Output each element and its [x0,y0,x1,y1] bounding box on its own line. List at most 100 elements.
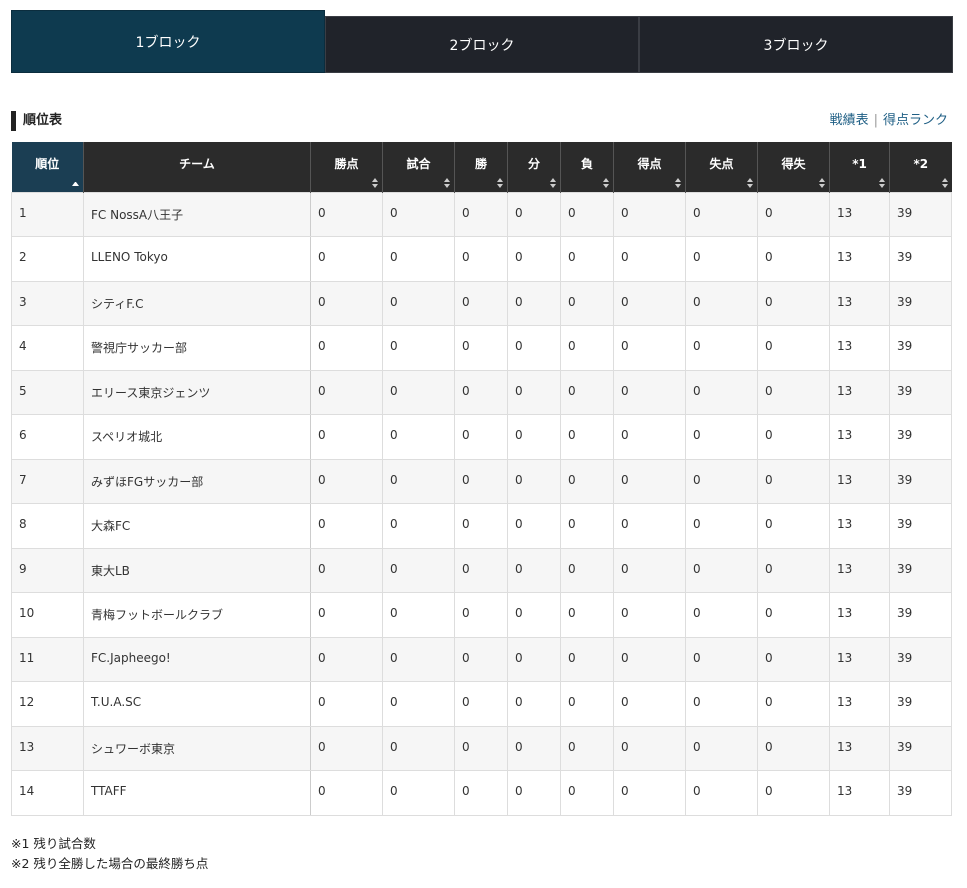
header-label: 勝点 [334,157,359,172]
cell-max-points: 39 [889,547,952,593]
table-row: 13 シュワーボ東京 0 0 0 0 0 0 0 0 13 39 [11,725,952,771]
table-row: 7 みずほFGサッカー部 0 0 0 0 0 0 0 0 13 39 [11,458,952,504]
cell-goal-difference: 0 [757,592,830,638]
cell-remaining-matches: 13 [829,592,890,638]
table-row: 4 警視庁サッカー部 0 0 0 0 0 0 0 0 13 39 [11,325,952,371]
cell-draws: 0 [507,681,561,727]
tab-label: 2ブロック [449,37,515,54]
tab-block-1[interactable]: 1ブロック [11,10,325,73]
cell-goals-against: 0 [685,458,758,504]
cell-wins: 0 [454,547,508,593]
header-team[interactable]: チーム [83,142,311,192]
cell-wins: 0 [454,325,508,371]
cell-played: 0 [382,503,455,549]
cell-goals-for: 0 [613,191,686,237]
sort-icon [550,177,557,188]
cell-draws: 0 [507,280,561,326]
header-goals-for[interactable]: 得点 [613,142,686,192]
cell-max-points: 39 [889,681,952,727]
cell-goal-difference: 0 [757,414,830,460]
cell-team: シュワーボ東京 [83,725,311,771]
cell-remaining-matches: 13 [829,414,890,460]
header-losses[interactable]: 負 [560,142,614,192]
results-table-link[interactable]: 戦績表 [830,113,869,128]
cell-rank: 12 [11,681,84,727]
section-title: 順位表 [23,113,63,128]
table-row: 6 スペリオ城北 0 0 0 0 0 0 0 0 13 39 [11,414,952,460]
cell-points: 0 [310,503,383,549]
cell-team: 警視庁サッカー部 [83,325,311,371]
cell-goals-for: 0 [613,681,686,727]
tab-label: 1ブロック [135,34,201,51]
cell-rank: 6 [11,414,84,460]
cell-goal-difference: 0 [757,191,830,237]
sort-icon [675,177,682,188]
cell-remaining-matches: 13 [829,369,890,415]
cell-team: TTAFF [83,770,311,816]
cell-losses: 0 [560,503,614,549]
cell-goal-difference: 0 [757,636,830,682]
cell-losses: 0 [560,236,614,282]
cell-max-points: 39 [889,191,952,237]
cell-max-points: 39 [889,503,952,549]
cell-goals-against: 0 [685,280,758,326]
cell-goal-difference: 0 [757,725,830,771]
cell-max-points: 39 [889,636,952,682]
cell-max-points: 39 [889,725,952,771]
header-goals-against[interactable]: 失点 [685,142,758,192]
cell-losses: 0 [560,681,614,727]
cell-rank: 13 [11,725,84,771]
cell-goals-for: 0 [613,636,686,682]
cell-goals-for: 0 [613,280,686,326]
cell-points: 0 [310,191,383,237]
table-row: 8 大森FC 0 0 0 0 0 0 0 0 13 39 [11,503,952,549]
header-label: チーム [179,157,215,172]
cell-remaining-matches: 13 [829,458,890,504]
cell-team: スペリオ城北 [83,414,311,460]
cell-team: FC NossA八王子 [83,191,311,237]
cell-max-points: 39 [889,236,952,282]
cell-losses: 0 [560,369,614,415]
cell-goal-difference: 0 [757,236,830,282]
cell-points: 0 [310,681,383,727]
cell-draws: 0 [507,592,561,638]
cell-losses: 0 [560,458,614,504]
cell-played: 0 [382,236,455,282]
cell-wins: 0 [454,414,508,460]
cell-goals-against: 0 [685,547,758,593]
table-row: 2 LLENO Tokyo 0 0 0 0 0 0 0 0 13 39 [11,236,952,282]
cell-remaining-matches: 13 [829,503,890,549]
cell-played: 0 [382,414,455,460]
sort-icon [444,177,451,188]
header-label: *1 [852,156,867,171]
tab-block-3[interactable]: 3ブロック [639,16,953,73]
header-played[interactable]: 試合 [382,142,455,192]
header-wins[interactable]: 勝 [454,142,508,192]
header-goal-difference[interactable]: 得失 [757,142,830,192]
cell-wins: 0 [454,191,508,237]
cell-draws: 0 [507,414,561,460]
cell-team: エリース東京ジェンツ [83,369,311,415]
table-row: 3 シティF.C 0 0 0 0 0 0 0 0 13 39 [11,280,952,326]
cell-goals-for: 0 [613,414,686,460]
header-note-1[interactable]: *1 [829,142,890,192]
cell-goals-against: 0 [685,503,758,549]
header-points[interactable]: 勝点 [310,142,383,192]
header-rank[interactable]: 順位 [11,142,84,192]
cell-draws: 0 [507,725,561,771]
scoring-rank-link[interactable]: 得点ランク [883,113,948,128]
header-draws[interactable]: 分 [507,142,561,192]
cell-rank: 3 [11,280,84,326]
header-note-2[interactable]: *2 [889,142,952,192]
cell-wins: 0 [454,681,508,727]
cell-goals-for: 0 [613,236,686,282]
cell-losses: 0 [560,191,614,237]
cell-remaining-matches: 13 [829,636,890,682]
cell-points: 0 [310,236,383,282]
cell-points: 0 [310,325,383,371]
tab-block-2[interactable]: 2ブロック [325,16,639,73]
cell-losses: 0 [560,414,614,460]
cell-points: 0 [310,414,383,460]
cell-losses: 0 [560,636,614,682]
cell-rank: 1 [11,191,84,237]
